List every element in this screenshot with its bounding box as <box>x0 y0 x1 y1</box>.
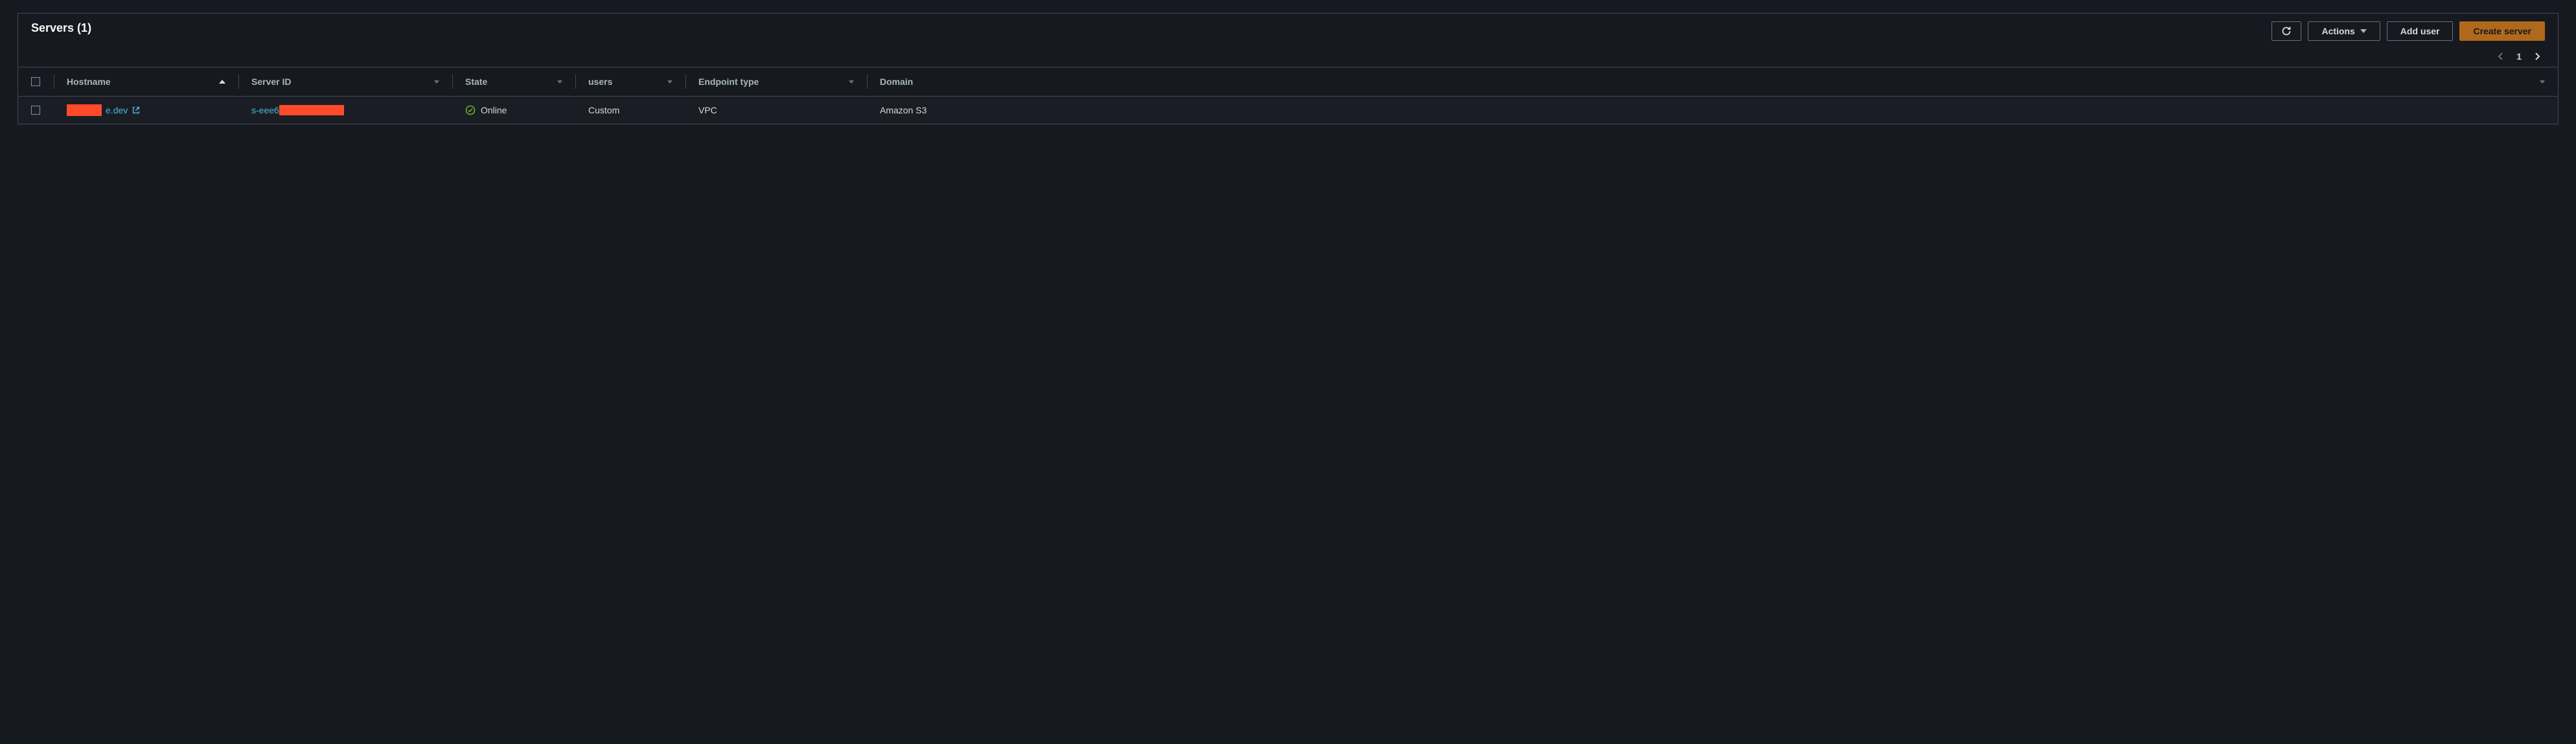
create-server-button[interactable]: Create server <box>2459 21 2545 41</box>
endpoint-cell: VPC <box>685 97 867 124</box>
state-cell: Online <box>465 105 562 115</box>
add-user-label: Add user <box>2400 26 2440 36</box>
users-cell: Custom <box>575 97 685 124</box>
pagination-next[interactable] <box>2533 52 2541 61</box>
server-id-link[interactable]: s-eee6 <box>251 105 344 115</box>
actions-label: Actions <box>2321 26 2354 36</box>
redacted-hostname <box>67 104 102 116</box>
table-row[interactable]: e.dev s-eee6 <box>18 97 2558 124</box>
hostname-link[interactable]: e.dev <box>67 104 225 116</box>
external-link-icon <box>132 106 141 115</box>
sort-icon <box>667 80 673 84</box>
column-server-id[interactable]: Server ID <box>238 67 452 97</box>
pagination: 1 <box>2497 51 2545 62</box>
actions-button[interactable]: Actions <box>2308 21 2380 41</box>
column-state[interactable]: State <box>452 67 575 97</box>
domain-cell: Amazon S3 <box>867 97 2558 124</box>
select-all-checkbox[interactable] <box>31 77 40 86</box>
row-checkbox[interactable] <box>31 106 40 115</box>
sort-icon <box>557 80 562 84</box>
status-online-icon <box>465 105 476 115</box>
servers-table: Hostname Server ID State <box>18 67 2558 124</box>
select-all-header <box>18 67 54 97</box>
header-right: Actions Add user Create server 1 <box>2271 21 2545 62</box>
sort-asc-icon <box>219 80 225 84</box>
refresh-icon <box>2281 26 2292 36</box>
add-user-button[interactable]: Add user <box>2387 21 2454 41</box>
chevron-left-icon <box>2497 52 2505 61</box>
redacted-serverid <box>279 105 344 115</box>
servers-panel: Servers (1) Actions Add user Create <box>17 13 2559 124</box>
header-buttons: Actions Add user Create server <box>2271 21 2545 41</box>
page-title: Servers (1) <box>31 21 91 35</box>
sort-icon <box>434 80 439 84</box>
column-hostname[interactable]: Hostname <box>54 67 238 97</box>
chevron-right-icon <box>2533 52 2541 61</box>
pagination-current: 1 <box>2516 51 2522 62</box>
refresh-button[interactable] <box>2271 21 2301 41</box>
chevron-down-icon <box>2360 29 2367 33</box>
sort-icon <box>2540 80 2545 84</box>
panel-header: Servers (1) Actions Add user Create <box>18 14 2558 67</box>
column-endpoint-type[interactable]: Endpoint type <box>685 67 867 97</box>
create-server-label: Create server <box>2473 26 2531 36</box>
sort-icon <box>849 80 854 84</box>
pagination-prev[interactable] <box>2497 52 2505 61</box>
column-users[interactable]: users <box>575 67 685 97</box>
column-domain[interactable]: Domain <box>867 67 2558 97</box>
